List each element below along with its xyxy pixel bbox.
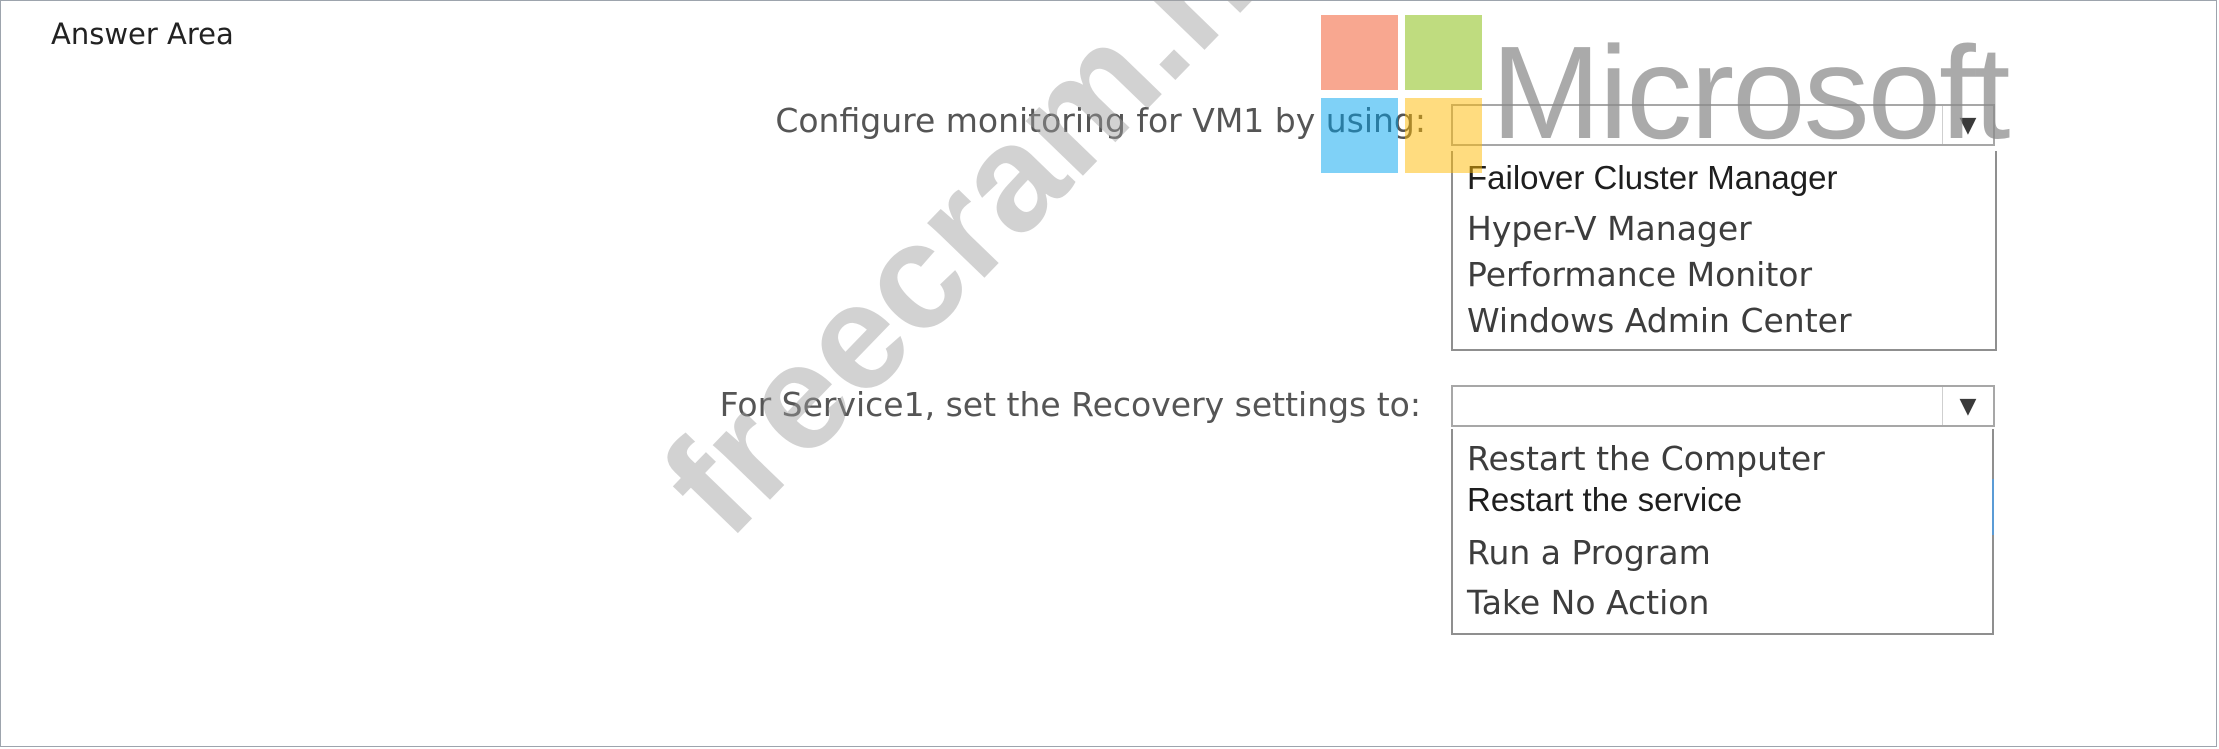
answer-area-frame: Answer Area Configure monitoring for VM1…	[0, 0, 2217, 747]
recovery-options-list: Restart the Computer Restart the service…	[1451, 429, 1994, 635]
option-windows-admin-center[interactable]: Windows Admin Center	[1467, 301, 1852, 340]
logo-square-red	[1321, 15, 1398, 90]
answer-area-title: Answer Area	[51, 17, 234, 51]
option-restart-the-computer[interactable]: Restart the Computer	[1467, 439, 1825, 478]
option-performance-monitor[interactable]: Performance Monitor	[1467, 255, 1812, 294]
microsoft-logo: Microsoft	[1321, 15, 2041, 185]
focus-line	[1992, 479, 1994, 535]
option-hyper-v-manager[interactable]: Hyper-V Manager	[1467, 209, 1752, 248]
recovery-dropdown[interactable]: ▼	[1451, 385, 1995, 427]
logo-wordmark: Microsoft	[1491, 19, 2010, 166]
recovery-prompt: For Service1, set the Recovery settings …	[719, 385, 1421, 424]
logo-square-blue	[1321, 98, 1398, 173]
logo-square-green	[1405, 15, 1482, 90]
option-take-no-action[interactable]: Take No Action	[1467, 583, 1709, 622]
option-restart-the-service[interactable]: Restart the service	[1467, 481, 1742, 519]
watermark-text: freecram.net	[630, 0, 1377, 566]
chevron-down-icon[interactable]: ▼	[1942, 387, 1993, 425]
logo-square-yellow	[1405, 98, 1482, 173]
option-run-a-program[interactable]: Run a Program	[1467, 533, 1711, 572]
